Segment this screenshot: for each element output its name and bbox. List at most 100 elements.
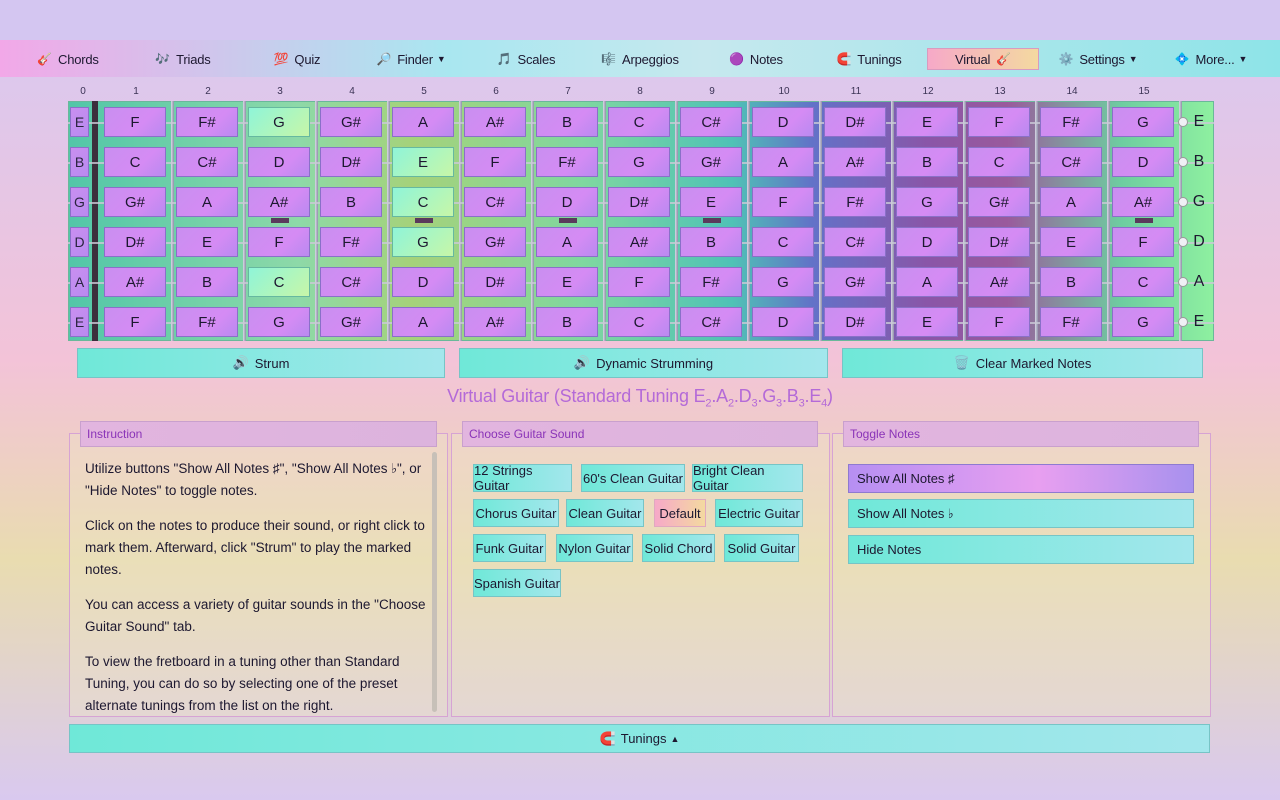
fret-note[interactable]: E	[896, 107, 958, 137]
fret-note[interactable]: B	[1040, 267, 1102, 297]
open-string-note[interactable]: B	[70, 147, 89, 177]
fret-note[interactable]: G	[248, 307, 310, 337]
fret-note[interactable]: G#	[968, 187, 1030, 217]
nav-arpeggios[interactable]: 🎼 Arpeggios	[601, 48, 679, 70]
fret-note[interactable]: F#	[680, 267, 742, 297]
fret-note[interactable]: A#	[824, 147, 886, 177]
fret-note[interactable]: C	[104, 147, 166, 177]
sound-option-button[interactable]: Solid Chord	[642, 534, 715, 562]
fret-note[interactable]: B	[176, 267, 238, 297]
sound-option-button[interactable]: Default	[654, 499, 706, 527]
fret-note[interactable]: C#	[1040, 147, 1102, 177]
fret-note[interactable]: D	[896, 227, 958, 257]
fret-note[interactable]: C#	[824, 227, 886, 257]
sound-option-button[interactable]: Chorus Guitar	[473, 499, 559, 527]
fret-note[interactable]: F	[464, 147, 526, 177]
fret-note[interactable]: C	[392, 187, 454, 217]
nav-quiz[interactable]: 💯 Quiz	[274, 48, 321, 70]
fret-note[interactable]: G#	[104, 187, 166, 217]
fret-note[interactable]: F#	[824, 187, 886, 217]
fret-note[interactable]: B	[320, 187, 382, 217]
fret-note[interactable]: A	[752, 147, 814, 177]
fret-note[interactable]: D#	[104, 227, 166, 257]
fret-note[interactable]: F#	[1040, 307, 1102, 337]
fret-note[interactable]: A#	[464, 307, 526, 337]
sound-option-button[interactable]: Electric Guitar	[715, 499, 803, 527]
fret-note[interactable]: F#	[176, 107, 238, 137]
fret-note[interactable]: A#	[968, 267, 1030, 297]
fret-note[interactable]: C	[608, 107, 670, 137]
open-string-note[interactable]: G	[70, 187, 89, 217]
fret-note[interactable]: G#	[320, 107, 382, 137]
fret-note[interactable]: A#	[248, 187, 310, 217]
fret-note[interactable]: D	[536, 187, 598, 217]
fret-note[interactable]: F	[608, 267, 670, 297]
sound-option-button[interactable]: 60's Clean Guitar	[581, 464, 685, 492]
fret-note[interactable]: F	[104, 107, 166, 137]
fret-note[interactable]: D#	[608, 187, 670, 217]
fret-note[interactable]: D#	[968, 227, 1030, 257]
fret-note[interactable]: G#	[320, 307, 382, 337]
fret-note[interactable]: A	[392, 107, 454, 137]
fret-note[interactable]: C#	[176, 147, 238, 177]
fret-note[interactable]: E	[1040, 227, 1102, 257]
fret-note[interactable]: A	[176, 187, 238, 217]
open-string-note[interactable]: E	[70, 307, 89, 337]
open-string-note[interactable]: D	[70, 227, 89, 257]
fret-note[interactable]: D	[752, 307, 814, 337]
nav-notes[interactable]: 🟣 Notes	[729, 48, 783, 70]
tunings-dropup-button[interactable]: 🧲 Tunings ▲	[69, 724, 1210, 753]
fret-note[interactable]: E	[536, 267, 598, 297]
fret-note[interactable]: A	[536, 227, 598, 257]
fret-note[interactable]: F#	[176, 307, 238, 337]
fret-note[interactable]: B	[536, 107, 598, 137]
sound-option-button[interactable]: Bright Clean Guitar	[692, 463, 803, 493]
fret-note[interactable]: F	[968, 107, 1030, 137]
nav-settings[interactable]: ⚙️ Settings ▼	[1059, 48, 1138, 70]
fret-note[interactable]: G	[248, 107, 310, 137]
fret-note[interactable]: D#	[824, 307, 886, 337]
fret-note[interactable]: D	[248, 147, 310, 177]
fret-note[interactable]: C#	[680, 107, 742, 137]
nav-scales[interactable]: 🎵 Scales	[497, 48, 556, 70]
fret-note[interactable]: C#	[680, 307, 742, 337]
fret-note[interactable]: A	[896, 267, 958, 297]
fret-note[interactable]: A	[392, 307, 454, 337]
fret-note[interactable]: A#	[1112, 187, 1174, 217]
fret-note[interactable]: C#	[320, 267, 382, 297]
fret-note[interactable]: G#	[680, 147, 742, 177]
strum-button[interactable]: 🔊 Strum	[77, 348, 445, 378]
clear-marked-notes-button[interactable]: 🗑️ Clear Marked Notes	[842, 348, 1203, 378]
fret-note[interactable]: C	[968, 147, 1030, 177]
fret-note[interactable]: F	[752, 187, 814, 217]
fret-note[interactable]: D#	[464, 267, 526, 297]
instruction-scrollbar[interactable]	[432, 452, 437, 712]
fret-note[interactable]: E	[176, 227, 238, 257]
fret-note[interactable]: E	[680, 187, 742, 217]
fret-note[interactable]: A	[1040, 187, 1102, 217]
nav-chords[interactable]: 🎸 Chords	[37, 48, 99, 70]
nav-virtual[interactable]: Virtual 🎸	[927, 48, 1039, 70]
fret-note[interactable]: G#	[464, 227, 526, 257]
fret-note[interactable]: F	[104, 307, 166, 337]
fret-note[interactable]: G	[1112, 307, 1174, 337]
fret-note[interactable]: G	[752, 267, 814, 297]
nav-more[interactable]: 💠 More... ▼	[1175, 48, 1248, 70]
fret-note[interactable]: G	[608, 147, 670, 177]
fret-note[interactable]: C	[608, 307, 670, 337]
open-string-note[interactable]: E	[70, 107, 89, 137]
fret-note[interactable]: B	[896, 147, 958, 177]
nav-tunings[interactable]: 🧲 Tunings	[836, 48, 901, 70]
fret-note[interactable]: F#	[1040, 107, 1102, 137]
fret-note[interactable]: F	[968, 307, 1030, 337]
sound-option-button[interactable]: 12 Strings Guitar	[473, 463, 572, 493]
fret-note[interactable]: C#	[464, 187, 526, 217]
sound-option-button[interactable]: Spanish Guitar	[473, 569, 561, 597]
nav-finder[interactable]: 🔎 Finder ▼	[376, 48, 445, 70]
fret-note[interactable]: D#	[824, 107, 886, 137]
fret-note[interactable]: A#	[104, 267, 166, 297]
dynamic-strumming-button[interactable]: 🔊 Dynamic Strumming	[459, 348, 828, 378]
fret-note[interactable]: A#	[608, 227, 670, 257]
open-string-note[interactable]: A	[70, 267, 89, 297]
fret-note[interactable]: G	[392, 227, 454, 257]
